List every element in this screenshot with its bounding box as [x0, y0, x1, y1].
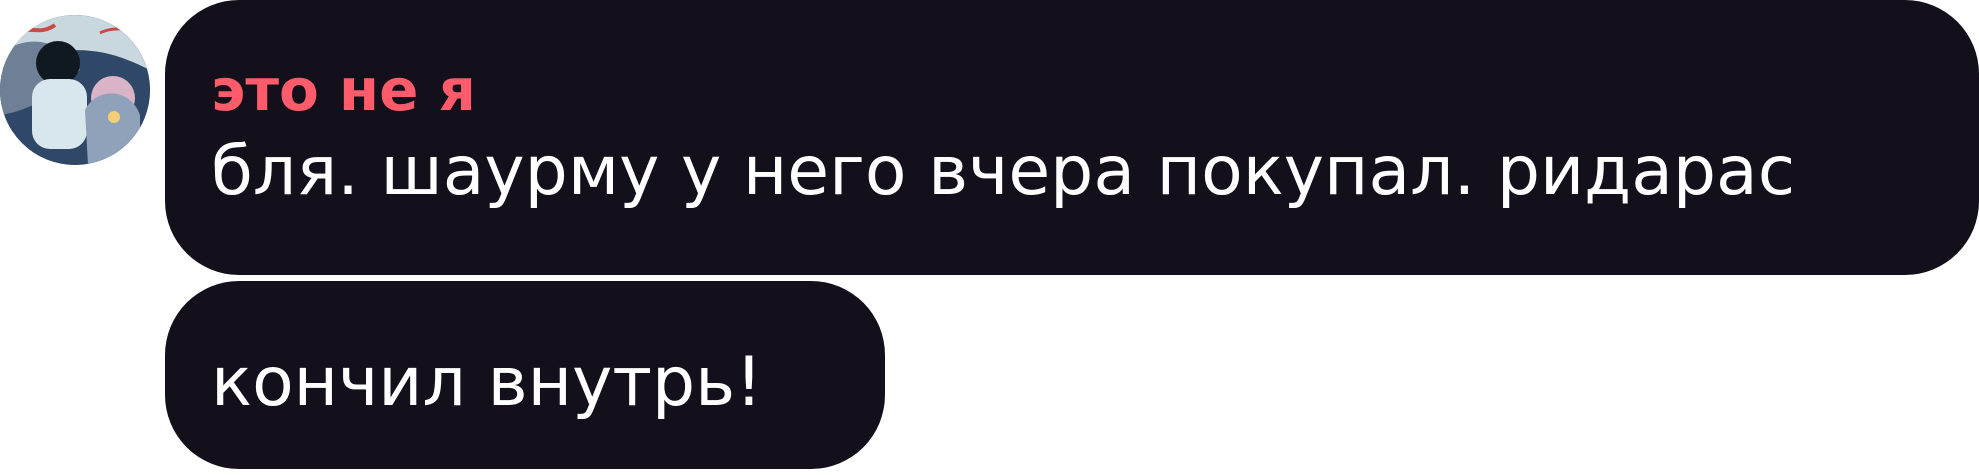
- chat-message-group: это не я бля. шаурму у него вчера покупа…: [0, 0, 1979, 475]
- message-bubble[interactable]: это не я бля. шаурму у него вчера покупа…: [165, 0, 1979, 275]
- sender-name: это не я: [211, 56, 476, 124]
- message-bubble[interactable]: кончил внутрь!: [165, 281, 885, 469]
- message-text: кончил внутрь!: [211, 343, 763, 422]
- message-text: бля. шаурму у него вчера покупал. ридара…: [211, 132, 1796, 211]
- avatar-illustration-icon: [0, 15, 150, 165]
- user-avatar[interactable]: [0, 15, 150, 165]
